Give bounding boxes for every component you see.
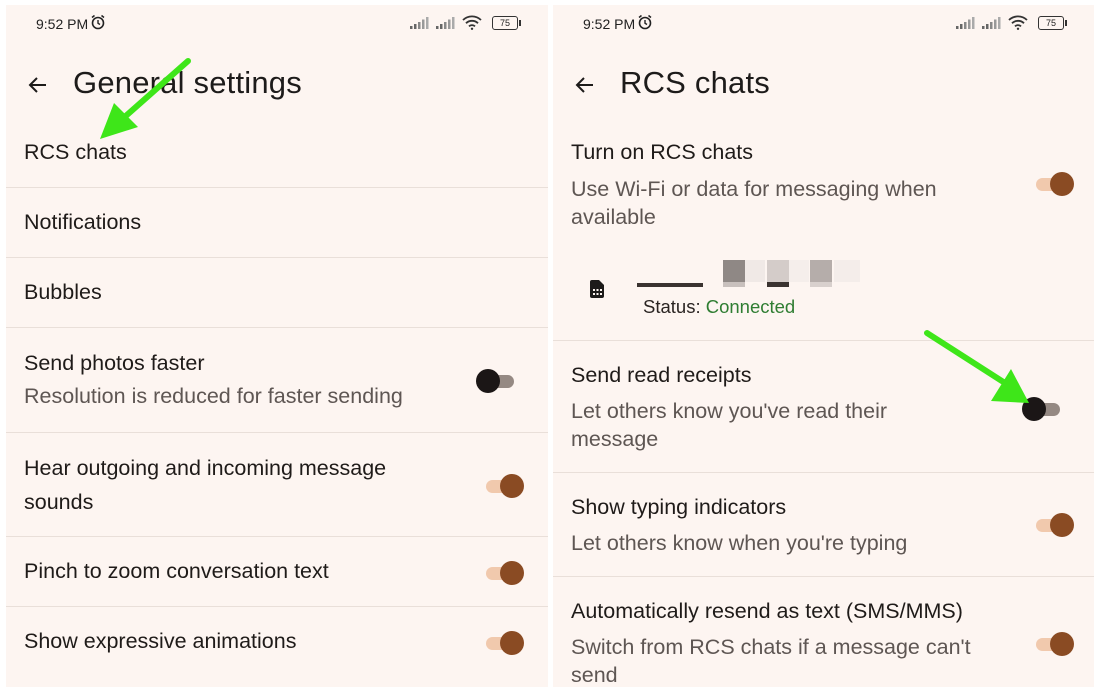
pinch-zoom-toggle[interactable] — [482, 560, 524, 586]
setting-title: Show typing indicators — [571, 495, 787, 519]
app-bar: RCS chats — [553, 57, 1094, 113]
setting-title: Send photos faster — [24, 351, 205, 375]
battery-indicator: 75 — [492, 16, 521, 30]
setting-subtitle: Use Wi-Fi or data for messaging when ava… — [571, 177, 937, 229]
status-bar: 9:52 PM 75 — [6, 5, 548, 43]
setting-typing-indicators[interactable]: Show typing indicators Let others know w… — [553, 472, 1094, 577]
back-arrow-icon[interactable] — [573, 73, 597, 97]
rcs-status-label: Status: — [643, 296, 701, 317]
setting-message-sounds[interactable]: Hear outgoing and incoming message sound… — [6, 432, 548, 537]
alarm-icon — [91, 14, 105, 30]
send-read-receipts-toggle[interactable] — [1022, 396, 1064, 422]
auto-resend-sms-toggle[interactable] — [1032, 631, 1074, 657]
toggle-thumb — [476, 369, 500, 393]
setting-turn-on-rcs[interactable]: Turn on RCS chats Use Wi-Fi or data for … — [553, 123, 1094, 340]
expressive-animations-toggle[interactable] — [482, 630, 524, 656]
setting-subtitle: Let others know when you're typing — [571, 531, 908, 555]
setting-subtitle: Let others know you've read their messag… — [571, 399, 888, 451]
wifi-icon — [1008, 15, 1028, 30]
setting-expressive-animations[interactable]: Show expressive animations — [6, 606, 548, 677]
status-bar: 9:52 PM 75 — [553, 5, 1094, 43]
setting-title: Notifications — [24, 210, 142, 234]
page-title: RCS chats — [620, 65, 770, 100]
setting-title: Send read receipts — [571, 363, 752, 387]
page-title: General settings — [73, 65, 302, 100]
general-settings-screen: 9:52 PM 75 General settings RCS chats No… — [6, 5, 548, 687]
setting-notifications[interactable]: Notifications — [6, 187, 548, 258]
setting-title: Show expressive animations — [24, 629, 297, 653]
rcs-status-value: Connected — [705, 296, 796, 317]
setting-pinch-zoom[interactable]: Pinch to zoom conversation text — [6, 536, 548, 607]
status-time: 9:52 PM — [583, 16, 636, 32]
rcs-chats-screen: 9:52 PM 75 RCS chats Turn on RCS chats U… — [553, 5, 1094, 687]
status-time: 9:52 PM — [36, 16, 89, 32]
toggle-thumb — [1050, 632, 1074, 656]
setting-auto-resend-sms[interactable]: Automatically resend as text (SMS/MMS) S… — [553, 576, 1094, 687]
signal-icon — [956, 17, 975, 29]
app-bar: General settings — [6, 57, 548, 113]
send-photos-faster-toggle[interactable] — [476, 368, 518, 394]
signal-icon — [410, 17, 429, 29]
back-arrow-icon[interactable] — [26, 73, 50, 97]
toggle-thumb — [1050, 513, 1074, 537]
setting-send-read-receipts[interactable]: Send read receipts Let others know you'v… — [553, 340, 1094, 473]
setting-title: Automatically resend as text (SMS/MMS) — [571, 599, 963, 623]
setting-rcs-chats[interactable]: RCS chats — [6, 123, 548, 187]
typing-indicators-toggle[interactable] — [1032, 512, 1074, 538]
toggle-thumb — [1050, 172, 1074, 196]
rcs-status: Status: Connected — [643, 296, 795, 318]
turn-on-rcs-toggle[interactable] — [1032, 171, 1074, 197]
setting-bubbles[interactable]: Bubbles — [6, 257, 548, 328]
battery-indicator: 75 — [1038, 16, 1067, 30]
wifi-icon — [462, 15, 482, 30]
message-sounds-toggle[interactable] — [482, 473, 524, 499]
setting-send-photos-faster[interactable]: Send photos faster Resolution is reduced… — [6, 327, 548, 433]
toggle-thumb — [500, 631, 524, 655]
setting-subtitle: Resolution is reduced for faster sending — [24, 384, 403, 408]
alarm-icon — [638, 14, 652, 30]
sim-card-icon — [590, 280, 604, 298]
toggle-thumb — [500, 561, 524, 585]
setting-title: Turn on RCS chats — [571, 140, 754, 164]
setting-subtitle: Switch from RCS chats if a message can't… — [571, 635, 971, 687]
toggle-thumb — [500, 474, 524, 498]
setting-title: Hear outgoing and incoming message sound… — [24, 456, 387, 514]
setting-title: Pinch to zoom conversation text — [24, 559, 329, 583]
signal-icon — [436, 17, 455, 29]
toggle-thumb — [1022, 397, 1046, 421]
setting-title: RCS chats — [24, 140, 127, 164]
setting-title: Bubbles — [24, 280, 102, 304]
signal-icon — [982, 17, 1001, 29]
